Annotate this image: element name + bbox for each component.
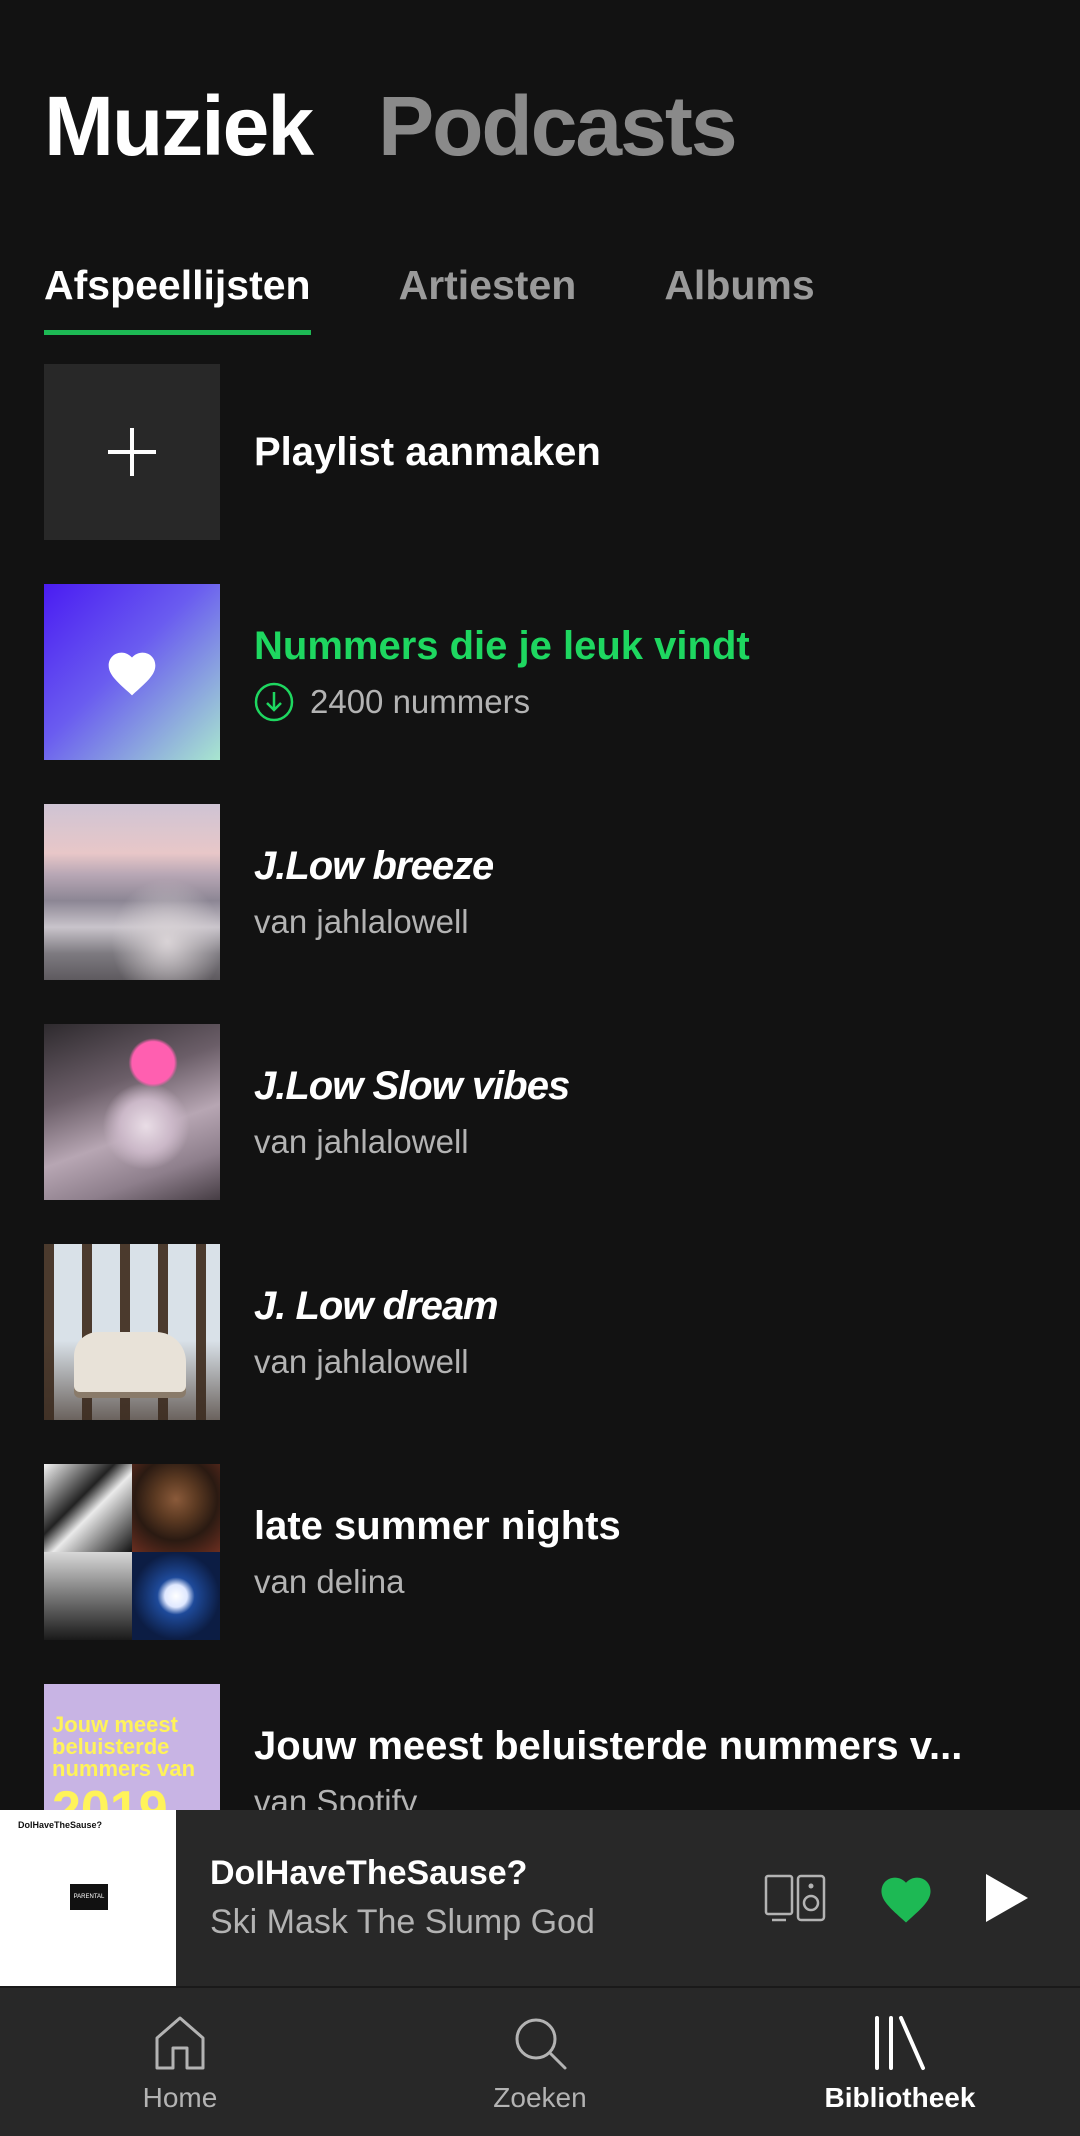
- download-icon: [254, 682, 294, 722]
- bottom-navigation: Home Zoeken Bibliotheek: [0, 1986, 1080, 2136]
- mosaic-tile: [44, 1464, 132, 1552]
- mosaic-tile: [132, 1464, 220, 1552]
- tab-muziek[interactable]: Muziek: [44, 84, 314, 168]
- play-button[interactable]: [984, 1872, 1030, 1924]
- tab-podcasts[interactable]: Podcasts: [378, 84, 737, 168]
- create-playlist-label: Playlist aanmaken: [254, 430, 601, 474]
- playlist-title: J.Low Slow vibes: [254, 1064, 570, 1109]
- now-playing-cover-text: DoIHaveTheSause?: [18, 1820, 103, 1830]
- plus-icon: [108, 428, 156, 476]
- connect-device-button[interactable]: [764, 1873, 828, 1923]
- liked-songs-subtitle: 2400 nummers: [254, 682, 750, 722]
- nav-search-label: Zoeken: [493, 2082, 587, 2113]
- playlist-row[interactable]: J. Low dream van jahlalowell: [44, 1244, 1036, 1420]
- playlist-title: J. Low dream: [254, 1284, 498, 1329]
- create-playlist-row[interactable]: Playlist aanmaken: [44, 364, 1036, 540]
- playlist-row[interactable]: Jouw meest beluisterde nummers van 2019 …: [44, 1684, 1036, 1810]
- playlist-title: J.Low breeze: [254, 844, 494, 889]
- liked-songs-row[interactable]: Nummers die je leuk vindt 2400 nummers: [44, 584, 1036, 760]
- tab-albums[interactable]: Albums: [664, 262, 814, 335]
- playlist-cover: [44, 1244, 220, 1420]
- nav-home[interactable]: Home: [0, 1988, 360, 2136]
- tab-artiesten[interactable]: Artiesten: [399, 262, 577, 335]
- mosaic-tile: [44, 1552, 132, 1640]
- search-icon: [515, 2018, 567, 2070]
- piano-image: [74, 1332, 186, 1392]
- play-icon: [986, 1874, 1028, 1922]
- playlist-title: late summer nights: [254, 1504, 621, 1549]
- heart-icon: [108, 652, 156, 696]
- devices-icon: [764, 1874, 826, 1922]
- playlist-owner: van Spotify: [254, 1783, 418, 1810]
- library-icon: [875, 2016, 925, 2070]
- home-icon: [155, 2016, 205, 2070]
- playlist-row[interactable]: late summer nights van delina: [44, 1464, 1036, 1640]
- playlist-owner: van jahlalowell: [254, 1343, 469, 1381]
- now-playing-bar[interactable]: DoIHaveTheSause? PARENTAL ADVISORY DoIHa…: [0, 1810, 1080, 1986]
- nav-search[interactable]: Zoeken: [360, 1988, 720, 2136]
- like-button[interactable]: [876, 1871, 936, 1925]
- playlist-row[interactable]: J.Low Slow vibes van jahlalowell: [44, 1024, 1036, 1200]
- wrapped-cover-year: 2019: [52, 1781, 168, 1810]
- wrapped-cover-line: nummers van: [52, 1756, 196, 1781]
- liked-songs-count: 2400 nummers: [310, 683, 531, 721]
- parental-advisory-badge: PARENTAL ADVISORY: [70, 1884, 108, 1926]
- nav-home-label: Home: [142, 2082, 218, 2113]
- playlist-owner: van jahlalowell: [254, 1123, 469, 1161]
- wrapped-cover-line: Jouw meest: [52, 1712, 178, 1737]
- playlist-cover: [44, 804, 220, 980]
- playlist-cover: [44, 1024, 220, 1200]
- mosaic-tile: [132, 1552, 220, 1640]
- playlist-title: Jouw meest beluisterde nummers v...: [254, 1724, 963, 1769]
- now-playing-title: DoIHaveTheSause?: [210, 1854, 528, 1892]
- heart-filled-icon: [881, 1877, 931, 1923]
- playlist-owner: van jahlalowell: [254, 903, 469, 941]
- nav-library[interactable]: Bibliotheek: [720, 1988, 1080, 2136]
- playlist-row[interactable]: J.Low breeze van jahlalowell: [44, 804, 1036, 980]
- playlist-list: Playlist aanmaken Nummers die je leuk vi…: [0, 364, 1080, 1810]
- now-playing-cover: DoIHaveTheSause? PARENTAL ADVISORY: [0, 1810, 176, 1986]
- playlist-owner: van delina: [254, 1563, 405, 1601]
- nav-library-label: Bibliotheek: [824, 2082, 976, 2113]
- liked-songs-title: Nummers die je leuk vindt: [254, 624, 750, 668]
- create-playlist-cover: [44, 364, 220, 540]
- liked-songs-cover: [44, 584, 220, 760]
- content-type-tabs: Muziek Podcasts: [44, 84, 738, 168]
- now-playing-artist: Ski Mask The Slump God: [210, 1903, 595, 1941]
- library-filter-tabs: Afspeellijsten Artiesten Albums: [44, 262, 815, 335]
- wrapped-cover-line: beluisterde: [52, 1734, 170, 1759]
- playlist-cover-mosaic: [44, 1464, 220, 1640]
- tab-afspeellijsten[interactable]: Afspeellijsten: [44, 262, 311, 335]
- playlist-cover-wrapped: Jouw meest beluisterde nummers van 2019: [44, 1684, 220, 1810]
